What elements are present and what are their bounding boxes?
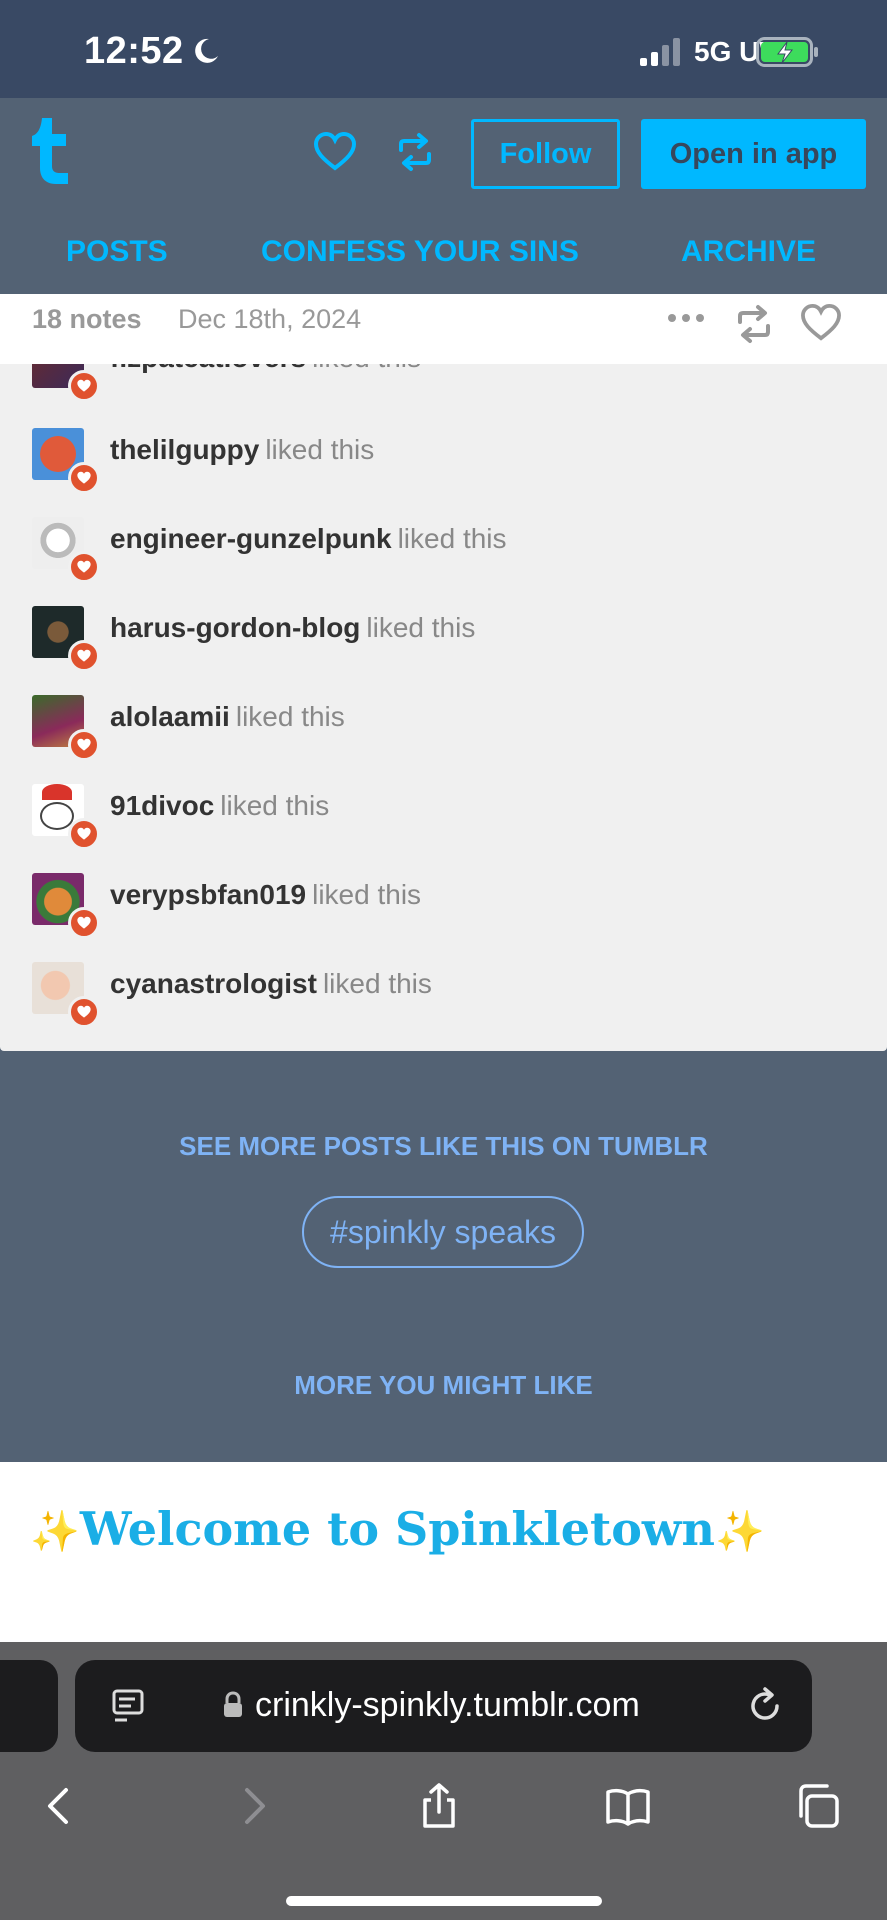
tumblr-logo-icon[interactable] — [30, 116, 74, 186]
heart-badge-icon — [68, 907, 100, 939]
open-in-app-button[interactable]: Open in app — [641, 119, 866, 189]
tab-posts[interactable]: POSTS — [66, 235, 168, 269]
heart-badge-icon — [68, 551, 100, 583]
like-action: liked this — [322, 968, 432, 999]
like-action: liked this — [265, 434, 375, 465]
avatar[interactable] — [32, 962, 100, 1028]
list-item[interactable]: harus-gordon-blog liked this — [0, 606, 887, 695]
forward-icon[interactable] — [229, 1782, 277, 1830]
list-item[interactable]: verypsbfan019 liked this — [0, 873, 887, 962]
battery-icon — [756, 37, 818, 67]
tab-archive[interactable]: ARCHIVE — [681, 235, 816, 269]
like-action: liked this — [366, 612, 476, 643]
username[interactable]: thelilguppy — [110, 434, 259, 465]
like-action: liked this — [312, 364, 421, 373]
username[interactable]: harus-gordon-blog — [110, 612, 360, 643]
avatar[interactable] — [32, 784, 100, 850]
tag-pill[interactable]: #spinkly speaks — [302, 1196, 584, 1268]
url-bar[interactable]: crinkly-spinkly.tumblr.com — [75, 1660, 812, 1752]
like-action: liked this — [397, 523, 507, 554]
heart-badge-icon — [68, 729, 100, 761]
like-action: liked this — [312, 879, 422, 910]
lock-icon — [224, 1691, 242, 1717]
status-time: 12:52 — [84, 30, 184, 72]
avatar[interactable] — [32, 428, 100, 494]
list-item[interactable]: fizpatcatlovers liked this — [0, 364, 887, 425]
username[interactable]: verypsbfan019 — [110, 879, 306, 910]
moon-icon — [195, 38, 218, 63]
heart-badge-icon — [68, 996, 100, 1028]
list-item[interactable]: thelilguppy liked this — [0, 428, 887, 517]
sparkle-icon: ✨ — [30, 1508, 80, 1555]
previous-tab[interactable] — [0, 1660, 58, 1752]
list-item[interactable]: engineer-gunzelpunk liked this — [0, 517, 887, 606]
follow-button[interactable]: Follow — [471, 119, 620, 189]
next-post-card: ✨Welcome to Spinkletown✨ — [0, 1462, 887, 1642]
like-heart-icon[interactable] — [800, 304, 842, 342]
tabs-icon[interactable] — [793, 1782, 841, 1830]
post-date: Dec 18th, 2024 — [178, 304, 362, 334]
more-options-icon[interactable] — [666, 312, 706, 324]
list-item[interactable]: alolaamii liked this — [0, 695, 887, 784]
heart-badge-icon — [68, 640, 100, 672]
username[interactable]: cyanastrologist — [110, 968, 317, 999]
list-item[interactable]: 91divoc liked this — [0, 784, 887, 873]
username[interactable]: fizpatcatlovers — [110, 364, 306, 373]
heart-badge-icon — [68, 818, 100, 850]
back-icon[interactable] — [36, 1782, 84, 1830]
heart-icon[interactable] — [313, 132, 357, 172]
sparkle-icon: ✨ — [714, 1508, 765, 1555]
avatar[interactable] — [32, 606, 100, 672]
heart-badge-icon — [68, 370, 100, 402]
status-bar: 12:52 5G UW — [0, 0, 887, 98]
home-indicator[interactable] — [286, 1896, 602, 1906]
heart-badge-icon — [68, 462, 100, 494]
tumblr-header: Follow Open in app POSTS CONFESS YOUR SI… — [0, 98, 887, 294]
notes-count[interactable]: 18 notes — [32, 304, 142, 335]
reblog-icon[interactable] — [734, 304, 774, 344]
avatar[interactable] — [32, 517, 100, 583]
post-notes-bar: 18 notes Dec 18th, 2024 — [0, 294, 887, 364]
likes-list: fizpatcatloversliked this thelilguppylik… — [0, 364, 887, 1051]
browser-toolbar: crinkly-spinkly.tumblr.com — [0, 1642, 887, 1920]
username[interactable]: engineer-gunzelpunk — [110, 523, 392, 554]
next-post-title[interactable]: ✨Welcome to Spinkletown✨ — [30, 1502, 765, 1556]
url-text[interactable]: crinkly-spinkly.tumblr.com — [255, 1686, 640, 1725]
like-action: liked this — [220, 790, 330, 821]
username[interactable]: 91divoc — [110, 790, 214, 821]
avatar[interactable] — [32, 873, 100, 939]
signal-icon — [640, 38, 680, 66]
list-item[interactable]: cyanastrologist liked this — [0, 962, 887, 1051]
avatar[interactable] — [32, 364, 100, 402]
avatar[interactable] — [32, 695, 100, 761]
username[interactable]: alolaamii — [110, 701, 230, 732]
like-action: liked this — [235, 701, 345, 732]
see-more-link[interactable]: SEE MORE POSTS LIKE THIS ON TUMBLR — [0, 1131, 887, 1162]
tab-confess-your-sins[interactable]: CONFESS YOUR SINS — [261, 235, 579, 269]
bookmarks-icon[interactable] — [604, 1782, 652, 1830]
reader-icon[interactable] — [111, 1688, 145, 1724]
reload-icon[interactable] — [747, 1686, 785, 1726]
more-you-might-like-heading: MORE YOU MIGHT LIKE — [294, 1370, 593, 1400]
share-icon[interactable] — [415, 1782, 463, 1830]
reblog-icon[interactable] — [395, 132, 435, 172]
